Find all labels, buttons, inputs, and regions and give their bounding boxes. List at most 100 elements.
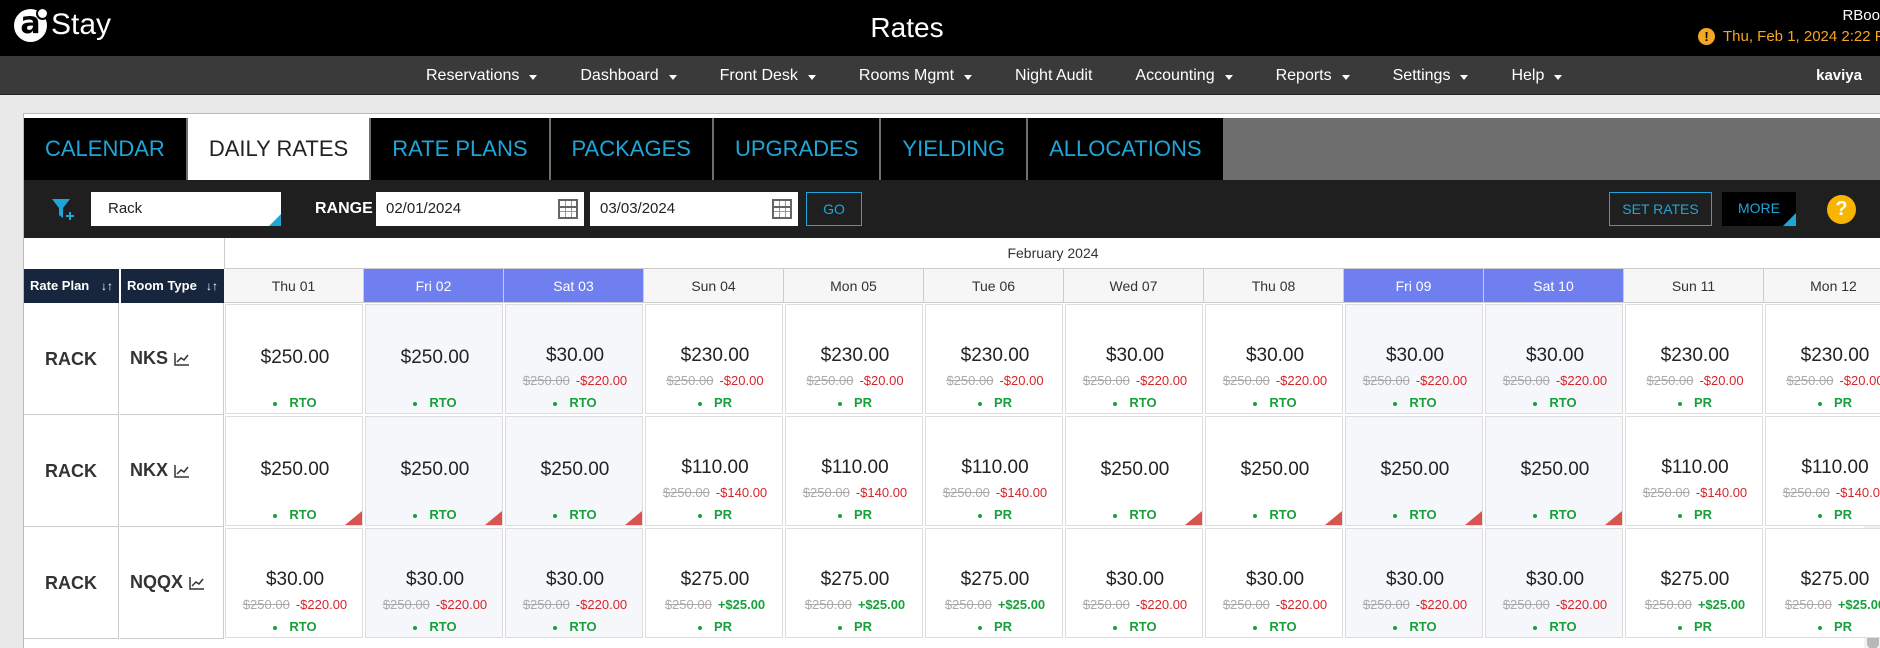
nav-item-front-desk[interactable]: Front Desk (720, 67, 816, 85)
rate-cell[interactable]: $30.00 $250.00 -$220.00 RTO (505, 304, 643, 414)
rate-cell[interactable]: $110.00 $250.00 -$140.00 PR (1765, 416, 1880, 526)
rate-cell[interactable]: $30.00 $250.00 -$220.00 RTO (1205, 304, 1343, 414)
day-header[interactable]: Wed 07 (1064, 269, 1204, 303)
calendar-icon[interactable] (558, 199, 578, 219)
day-header[interactable]: Sat 10 (1484, 269, 1624, 303)
day-header[interactable]: Sat 03 (504, 269, 644, 303)
day-header[interactable]: Fri 02 (364, 269, 504, 303)
filter-icon[interactable] (50, 196, 76, 222)
end-date-input[interactable]: 03/03/2024 (590, 192, 798, 226)
rate-cell[interactable]: $250.00 RTO (365, 416, 503, 526)
help-icon[interactable]: ? (1827, 195, 1856, 224)
more-button[interactable]: MORE (1722, 192, 1796, 226)
rate-cell[interactable]: $250.00 RTO (225, 304, 363, 414)
tab-packages[interactable]: PACKAGES (550, 118, 712, 180)
rate-cell[interactable]: $250.00 RTO (225, 416, 363, 526)
nav-item-reports[interactable]: Reports (1276, 67, 1350, 85)
nav-user[interactable]: kaviya (1816, 67, 1862, 84)
restriction-flag-icon[interactable] (345, 511, 362, 525)
rate-cell[interactable]: $275.00 $250.00 +$25.00 PR (645, 528, 783, 638)
trend-chart-icon[interactable] (174, 352, 190, 366)
restriction-flag-icon[interactable] (1605, 511, 1622, 525)
rate-cell[interactable]: $30.00 $250.00 -$220.00 RTO (1345, 304, 1483, 414)
rate-cell[interactable]: $110.00 $250.00 -$140.00 PR (645, 416, 783, 526)
nav-item-help[interactable]: Help (1511, 67, 1563, 85)
start-date-input[interactable]: 02/01/2024 (376, 192, 584, 226)
nav-item-reservations[interactable]: Reservations (426, 67, 538, 85)
row-room-type[interactable]: NKS (120, 303, 224, 415)
rate-cell[interactable]: $30.00 $250.00 -$220.00 RTO (1485, 528, 1623, 638)
sort-icon[interactable]: ↓↑ (206, 269, 218, 303)
restriction-flag-icon[interactable] (485, 511, 502, 525)
rate-price: $110.00 (681, 457, 749, 478)
rate-cell[interactable]: $230.00 $250.00 -$20.00 PR (1765, 304, 1880, 414)
rate-plan-column-header[interactable]: Rate Plan ↓↑ (24, 269, 119, 303)
room-type-column-header[interactable]: Room Type ↓↑ (121, 269, 224, 303)
tab-allocations[interactable]: ALLOCATIONS (1028, 118, 1223, 180)
day-header[interactable]: Mon 05 (784, 269, 924, 303)
tab-daily-rates[interactable]: DAILY RATES (187, 118, 370, 180)
tab-upgrades[interactable]: UPGRADES (713, 118, 880, 180)
restriction-flag-icon[interactable] (1465, 511, 1482, 525)
restriction-flag-icon[interactable] (1185, 511, 1202, 525)
rate-cell[interactable]: $250.00 RTO (1485, 416, 1623, 526)
nav-item-dashboard[interactable]: Dashboard (580, 67, 677, 85)
rate-change: $250.00 +$25.00 (646, 597, 784, 612)
rate-cell[interactable]: $275.00 $250.00 +$25.00 PR (785, 528, 923, 638)
set-rates-button[interactable]: SET RATES (1609, 192, 1712, 226)
tab-rate-plans[interactable]: RATE PLANS (371, 118, 549, 180)
rate-cell[interactable]: $30.00 $250.00 -$220.00 RTO (1065, 304, 1203, 414)
rate-cell[interactable]: $230.00 $250.00 -$20.00 PR (785, 304, 923, 414)
rate-cell[interactable]: $230.00 $250.00 -$20.00 PR (645, 304, 783, 414)
rate-cell[interactable]: $230.00 $250.00 -$20.00 PR (1625, 304, 1763, 414)
calendar-icon[interactable] (772, 199, 792, 219)
rate-cell[interactable]: $30.00 $250.00 -$220.00 RTO (1065, 528, 1203, 638)
nav-item-night-audit[interactable]: Night Audit (1015, 67, 1092, 85)
day-header[interactable]: Thu 01 (224, 269, 364, 303)
rate-status: RTO (1346, 395, 1484, 410)
rate-cell[interactable]: $30.00 $250.00 -$220.00 RTO (1485, 304, 1623, 414)
day-header[interactable]: Thu 08 (1204, 269, 1344, 303)
day-header[interactable]: Fri 09 (1344, 269, 1484, 303)
rate-cell[interactable]: $250.00 RTO (505, 416, 643, 526)
rate-cell[interactable]: $30.00 $250.00 -$220.00 RTO (365, 528, 503, 638)
rate-cell[interactable]: $250.00 RTO (1345, 416, 1483, 526)
rate-status: PR (1626, 619, 1764, 634)
user-name[interactable]: RBoo (1842, 7, 1880, 24)
nav-item-accounting[interactable]: Accounting (1135, 66, 1233, 85)
rate-change: $250.00 -$140.00 (926, 485, 1064, 500)
nav-item-settings[interactable]: Settings (1393, 67, 1469, 85)
tab-calendar[interactable]: CALENDAR (24, 118, 186, 180)
rate-cell[interactable]: $110.00 $250.00 -$140.00 PR (925, 416, 1063, 526)
trend-chart-icon[interactable] (174, 464, 190, 478)
rate-cell[interactable]: $275.00 $250.00 +$25.00 PR (1625, 528, 1763, 638)
rate-plan-select[interactable]: Rack (91, 192, 281, 226)
rate-cell[interactable]: $30.00 $250.00 -$220.00 RTO (505, 528, 643, 638)
day-header[interactable]: Mon 12 (1764, 269, 1880, 303)
rate-cell[interactable]: $275.00 $250.00 +$25.00 PR (925, 528, 1063, 638)
day-header[interactable]: Sun 04 (644, 269, 784, 303)
nav-item-rooms-mgmt[interactable]: Rooms Mgmt (859, 67, 973, 85)
tab-yielding[interactable]: YIELDING (881, 118, 1027, 180)
go-button[interactable]: GO (806, 192, 862, 226)
rate-cell[interactable]: $30.00 $250.00 -$220.00 RTO (1345, 528, 1483, 638)
trend-chart-icon[interactable] (189, 576, 205, 590)
rate-cell[interactable]: $230.00 $250.00 -$20.00 PR (925, 304, 1063, 414)
rate-cell[interactable]: $30.00 $250.00 -$220.00 RTO (225, 528, 363, 638)
restriction-flag-icon[interactable] (625, 511, 642, 525)
rate-cell[interactable]: $30.00 $250.00 -$220.00 RTO (1205, 528, 1343, 638)
rate-cell[interactable]: $250.00 RTO (1065, 416, 1203, 526)
day-header[interactable]: Sun 11 (1624, 269, 1764, 303)
rate-cell[interactable]: $250.00 RTO (1205, 416, 1343, 526)
row-room-type[interactable]: NKX (120, 415, 224, 527)
restriction-flag-icon[interactable] (1325, 511, 1342, 525)
original-price: $250.00 (1646, 373, 1694, 388)
day-header[interactable]: Tue 06 (924, 269, 1064, 303)
sort-icon[interactable]: ↓↑ (101, 269, 113, 303)
rate-cell[interactable]: $250.00 RTO (365, 304, 503, 414)
rate-cell[interactable]: $275.00 $250.00 +$25.00 PR (1765, 528, 1880, 638)
row-room-type[interactable]: NQQX (120, 527, 224, 639)
nav-item-label: Accounting (1135, 66, 1215, 84)
rate-cell[interactable]: $110.00 $250.00 -$140.00 PR (1625, 416, 1763, 526)
rate-cell[interactable]: $110.00 $250.00 -$140.00 PR (785, 416, 923, 526)
